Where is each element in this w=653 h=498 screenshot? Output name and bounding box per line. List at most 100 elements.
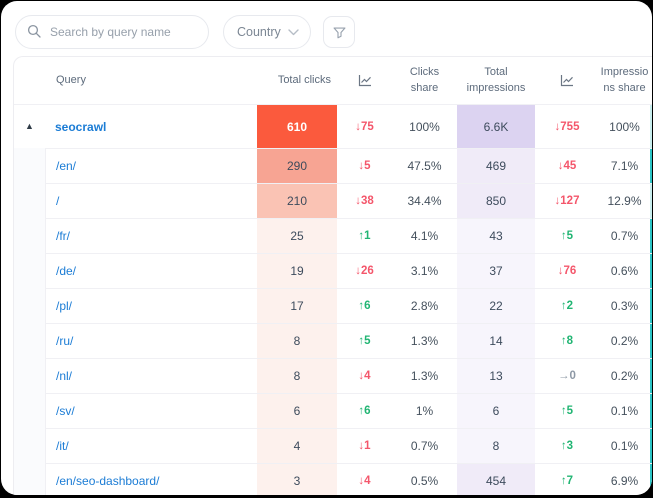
- clicks-change-value: ↑6: [358, 405, 370, 417]
- total-impressions-cell: 8: [457, 428, 535, 463]
- search-icon: [27, 24, 41, 43]
- clicks-share-value: 34.4%: [407, 194, 441, 208]
- clicks-share-cell: 100%: [392, 104, 457, 148]
- search-box: [15, 15, 209, 49]
- header-query[interactable]: Query: [14, 73, 257, 89]
- clicks-change-value: ↑5: [358, 335, 370, 347]
- header-impressions-share[interactable]: Impressions share: [599, 65, 650, 97]
- query-link[interactable]: /nl/: [56, 369, 72, 383]
- table-row: /sv/6↑61%6↑50.1%: [14, 393, 652, 428]
- header-edge-spacer: [650, 57, 652, 104]
- query-link[interactable]: /en/seo-dashboard/: [56, 474, 159, 488]
- table-row: /pl/17↑62.8%22↑20.3%: [14, 288, 652, 323]
- impressions-share-cell: 0.2%: [599, 323, 650, 358]
- total-clicks-value: 4: [294, 439, 301, 453]
- header-impressions-trend[interactable]: [535, 74, 599, 87]
- clicks-share-value: 4.1%: [411, 229, 438, 243]
- table-body: ▲seocrawl610↓75100%6.6K↓755100%/en/290↓5…: [14, 104, 652, 495]
- impressions-change-value: ↑5: [561, 405, 573, 417]
- header-total-impressions[interactable]: Total impressions: [457, 65, 535, 97]
- clicks-change-cell: ↓5: [337, 148, 392, 183]
- impressions-change-cell: ↑5: [535, 393, 599, 428]
- total-impressions-value: 37: [489, 264, 502, 278]
- clicks-change-value: ↓1: [358, 440, 370, 452]
- header-total-clicks[interactable]: Total clicks: [257, 73, 337, 89]
- total-impressions-value: 6: [493, 404, 500, 418]
- clicks-change-value: ↑6: [358, 300, 370, 312]
- query-link[interactable]: /: [56, 194, 59, 208]
- clicks-change-cell: ↓38: [337, 183, 392, 218]
- total-impressions-cell: 43: [457, 218, 535, 253]
- query-link[interactable]: /sv/: [56, 404, 75, 418]
- table-row: ▲seocrawl610↓75100%6.6K↓755100%: [14, 104, 652, 148]
- app-card: Country Query Total clicks Clicks share …: [1, 1, 652, 495]
- impressions-change-value: ↓127: [555, 195, 580, 207]
- clicks-share-cell: 0.5%: [392, 463, 457, 495]
- impressions-share-cell: 0.1%: [599, 393, 650, 428]
- collapse-arrow-icon[interactable]: ▲: [25, 122, 34, 131]
- header-clicks-share[interactable]: Clicks share: [392, 65, 457, 97]
- total-impressions-value: 6.6K: [484, 120, 509, 134]
- query-link[interactable]: seocrawl: [55, 120, 106, 134]
- country-dropdown-label: Country: [237, 25, 281, 39]
- row-edge-indicator: [650, 218, 652, 253]
- query-link[interactable]: /it/: [56, 439, 69, 453]
- impressions-share-cell: 0.6%: [599, 253, 650, 288]
- clicks-change-cell: ↑6: [337, 288, 392, 323]
- query-cell: /en/: [45, 148, 257, 183]
- query-cell: /: [45, 183, 257, 218]
- clicks-change-cell: ↓1: [337, 428, 392, 463]
- total-impressions-cell: 469: [457, 148, 535, 183]
- table-row: /fr/25↑14.1%43↑50.7%: [14, 218, 652, 253]
- impressions-share-cell: 0.3%: [599, 288, 650, 323]
- impressions-change-value: ↑5: [561, 230, 573, 242]
- impressions-share-value: 7.1%: [611, 159, 638, 173]
- impressions-share-cell: 12.9%: [599, 183, 650, 218]
- query-cell: /de/: [45, 253, 257, 288]
- funnel-icon: [332, 25, 347, 40]
- impressions-change-value: ↓76: [558, 265, 577, 277]
- impressions-change-cell: ↑5: [535, 218, 599, 253]
- clicks-change-cell: ↑1: [337, 218, 392, 253]
- clicks-share-cell: 47.5%: [392, 148, 457, 183]
- total-clicks-cell: 290: [257, 148, 337, 183]
- clicks-share-value: 1.3%: [411, 334, 438, 348]
- country-dropdown[interactable]: Country: [223, 15, 311, 49]
- impressions-change-cell: ↑2: [535, 288, 599, 323]
- expander-cell: ▲: [14, 104, 45, 148]
- query-link[interactable]: /ru/: [56, 334, 73, 348]
- row-edge-indicator: [650, 428, 652, 463]
- query-cell: /sv/: [45, 393, 257, 428]
- row-edge-indicator: [650, 323, 652, 358]
- impressions-change-cell: ↓76: [535, 253, 599, 288]
- clicks-change-value: ↓26: [355, 265, 374, 277]
- total-clicks-cell: 8: [257, 358, 337, 393]
- total-clicks-cell: 3: [257, 463, 337, 495]
- clicks-change-cell: ↓75: [337, 104, 392, 148]
- total-clicks-value: 3: [294, 474, 301, 488]
- query-link[interactable]: /en/: [56, 159, 76, 173]
- impressions-change-cell: ↑8: [535, 323, 599, 358]
- clicks-change-value: ↓4: [358, 370, 370, 382]
- search-input[interactable]: [15, 15, 209, 49]
- query-link[interactable]: /pl/: [56, 299, 72, 313]
- row-edge-indicator: [650, 288, 652, 323]
- expander-cell: [14, 183, 45, 218]
- clicks-change-value: ↑1: [358, 230, 370, 242]
- header-clicks-trend[interactable]: [337, 74, 392, 87]
- total-impressions-value: 43: [489, 229, 502, 243]
- filter-button[interactable]: [323, 16, 355, 48]
- clicks-share-cell: 4.1%: [392, 218, 457, 253]
- query-link[interactable]: /de/: [56, 264, 76, 278]
- total-clicks-cell: 4: [257, 428, 337, 463]
- clicks-share-cell: 3.1%: [392, 253, 457, 288]
- total-impressions-cell: 454: [457, 463, 535, 495]
- clicks-share-value: 2.8%: [411, 299, 438, 313]
- total-clicks-cell: 610: [257, 104, 337, 148]
- impressions-share-value: 0.1%: [611, 439, 638, 453]
- impressions-share-value: 0.7%: [611, 229, 638, 243]
- impressions-share-cell: 7.1%: [599, 148, 650, 183]
- expander-cell: [14, 148, 45, 183]
- query-link[interactable]: /fr/: [56, 229, 70, 243]
- impressions-change-value: ↑8: [561, 335, 573, 347]
